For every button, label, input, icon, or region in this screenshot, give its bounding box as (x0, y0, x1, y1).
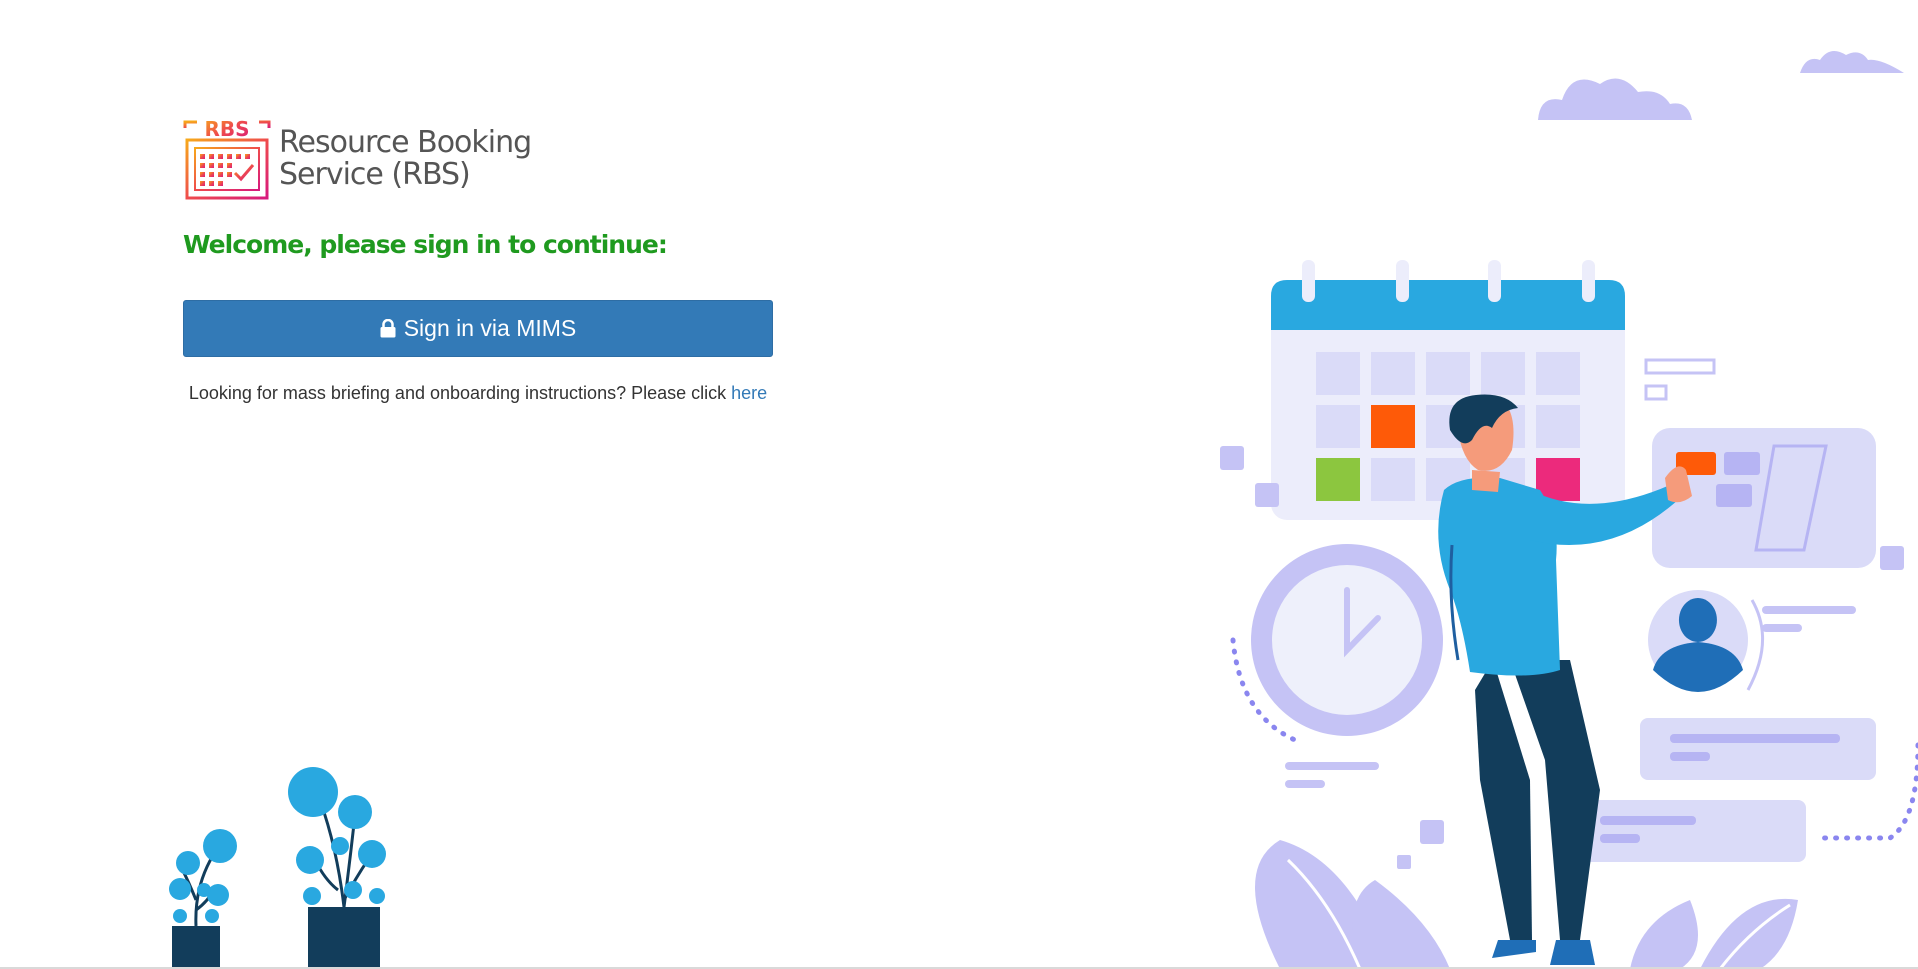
logo-line-2: Service (RBS) (279, 157, 471, 192)
rbs-logo: RBS Resource Booking Service (RBS) (183, 117, 543, 202)
lock-icon (380, 319, 396, 338)
sign-in-button[interactable]: Sign in via MIMS (183, 300, 773, 357)
logo-line-1: Resource Booking (279, 125, 532, 160)
onboarding-text: Looking for mass briefing and onboarding… (188, 383, 732, 403)
scheduling-illustration (1220, 51, 1918, 969)
onboarding-notice: Looking for mass briefing and onboarding… (183, 383, 773, 404)
rbs-badge-text: RBS (204, 118, 249, 141)
rbs-calendar-icon: RBS (183, 117, 271, 200)
onboarding-link[interactable]: here (731, 383, 767, 403)
sign-in-button-label: Sign in via MIMS (403, 315, 577, 341)
welcome-heading: Welcome, please sign in to continue: (183, 230, 668, 259)
logo-title: Resource Booking Service (RBS) (279, 125, 532, 192)
plants-illustration (169, 767, 386, 969)
